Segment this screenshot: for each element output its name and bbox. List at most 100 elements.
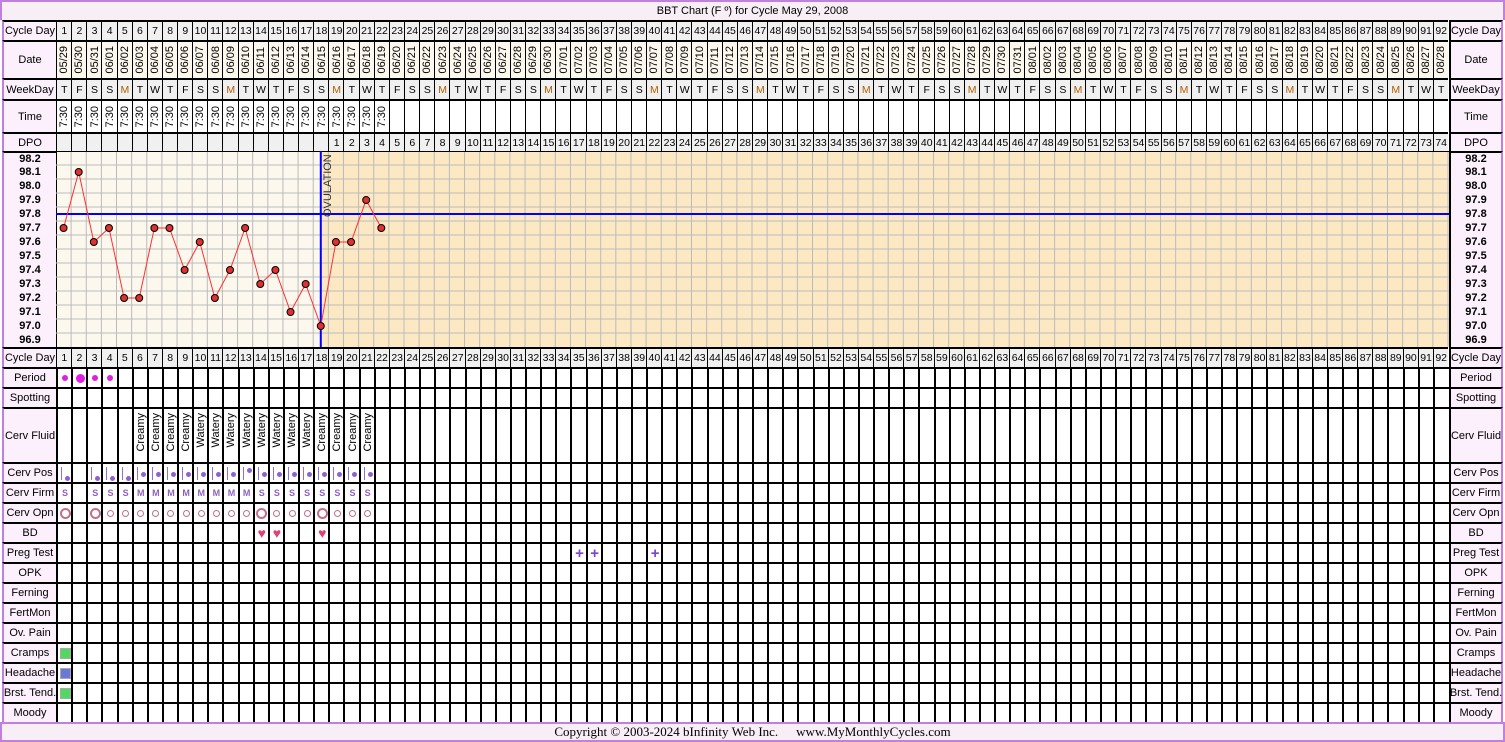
cerv_opn-cell (615, 502, 632, 522)
fertmon-cell (812, 602, 829, 622)
row-label-moody: Moody (2, 702, 56, 722)
cerv_opn-cell (388, 502, 405, 522)
fertmon-cell (1115, 602, 1132, 622)
fertmon-cell (222, 602, 239, 622)
cerv_pos-cell (252, 462, 269, 482)
ov_pain-cell (313, 622, 330, 642)
ferning-cell (1372, 582, 1389, 602)
cerv_opn-cell (873, 502, 890, 522)
site-link[interactable]: www.MyMonthlyCycles.com (796, 724, 950, 740)
date-cell: 07/10 (691, 40, 708, 78)
cerv_fluid-cell: Watery (298, 407, 315, 462)
ov_pain-cell (1160, 622, 1177, 642)
row-label-dpo: DPO (2, 132, 56, 151)
cerv_opn-cell (56, 502, 73, 522)
cycle_day2-cell: 84 (1311, 347, 1328, 367)
cerv_firm-cell (827, 482, 844, 502)
period-dot-icon (75, 373, 85, 383)
fertmon-cell (56, 602, 73, 622)
ferning-cell (873, 582, 890, 602)
ov_pain-cell (1281, 622, 1298, 642)
date-cell: 06/15 (313, 40, 329, 78)
cerv_firm-cell: S (282, 482, 300, 502)
cycle_day2-cell: 6 (131, 347, 148, 367)
brst_tend-cell (721, 682, 738, 702)
date-label: 07/13 (739, 46, 752, 74)
row-label-right-cerv_fluid: Cerv Fluid (1449, 407, 1503, 462)
dpo-cell (71, 132, 87, 151)
cerv_fluid-cell (555, 407, 572, 462)
cerv_fluid-cell (1100, 407, 1117, 462)
moody-cell (328, 702, 345, 722)
bd-cell (449, 522, 466, 542)
cerv-pos-dot-icon (95, 476, 101, 481)
preg_test-cell (177, 542, 194, 562)
headache-cell (888, 662, 905, 682)
moody-cell (1039, 702, 1056, 722)
cerv_fluid-cell (933, 407, 950, 462)
cerv_opn-cell (540, 502, 557, 522)
cycle_day2-cell: 56 (888, 347, 904, 367)
date-cell: 08/25 (1387, 40, 1404, 78)
date-cell: 06/04 (146, 40, 163, 78)
spotting-cell (464, 387, 481, 407)
moody-cell (873, 702, 890, 722)
cerv-pos-mid-icon (151, 467, 153, 480)
spotting-cell (570, 387, 587, 407)
cerv_pos-cell (207, 462, 224, 482)
period-cell (842, 367, 859, 387)
moody-cell (222, 702, 239, 722)
cerv_firm-cell (615, 482, 632, 502)
opk-cell (404, 562, 421, 582)
time-label: 7:30 (224, 105, 237, 128)
cycle_day-cell: 84 (1311, 20, 1328, 40)
fertmon-cell (131, 602, 148, 622)
cerv-pos-mid-icon (348, 467, 350, 480)
brst_tend-cell (509, 682, 527, 702)
headache-cell (56, 662, 73, 682)
cycle_day-cell: 25 (419, 20, 435, 40)
cerv_fluid-cell: Creamy (328, 407, 345, 462)
opk-cell (767, 562, 784, 582)
ov_pain-cell (1432, 622, 1449, 642)
cramps-cell (1039, 642, 1056, 662)
cerv_pos-cell (1054, 462, 1071, 482)
time-cell (1296, 99, 1313, 132)
cycle_day2-cell: 68 (1069, 347, 1086, 367)
dpo-cell: 23 (661, 132, 677, 151)
moody-cell (56, 702, 73, 722)
headache-cell (1387, 662, 1404, 682)
date-label: 07/28 (966, 46, 979, 74)
temp-tick-label-right: 97.4 (1449, 263, 1503, 277)
spotting-cell (691, 387, 708, 407)
spotting-cell (918, 387, 935, 407)
fertmon-cell (948, 602, 965, 622)
temperature-point (226, 266, 234, 274)
moody-cell (207, 702, 224, 722)
bd-cell (600, 522, 617, 542)
headache-cell (1281, 662, 1298, 682)
time-label: 7:30 (345, 105, 358, 128)
fertmon-cell (1205, 602, 1223, 622)
cerv-pos-dot-icon (246, 468, 252, 473)
cycle_day2-cell: 75 (1175, 347, 1192, 367)
preg_test-cell (1236, 542, 1253, 562)
ferning-cell (888, 582, 905, 602)
cramps-cell (343, 642, 360, 662)
moody-cell (842, 702, 859, 722)
brst_tend-cell (948, 682, 965, 702)
headache-cell (328, 662, 345, 682)
headache-cell (343, 662, 360, 682)
brst_tend-cell (282, 682, 300, 702)
ov_pain-cell (570, 622, 587, 642)
cerv_firm-cell (1372, 482, 1389, 502)
fertmon-cell (1357, 602, 1374, 622)
cycle_day2-cell: 87 (1357, 347, 1373, 367)
time-cell (661, 99, 677, 132)
time-cell (570, 99, 587, 132)
date-cell: 08/13 (1205, 40, 1222, 78)
ov_pain-cell (933, 622, 950, 642)
cerv-pos-dot-icon (65, 476, 70, 481)
cerv-fluid-label: Watery (210, 413, 223, 448)
bd-cell (797, 522, 814, 542)
